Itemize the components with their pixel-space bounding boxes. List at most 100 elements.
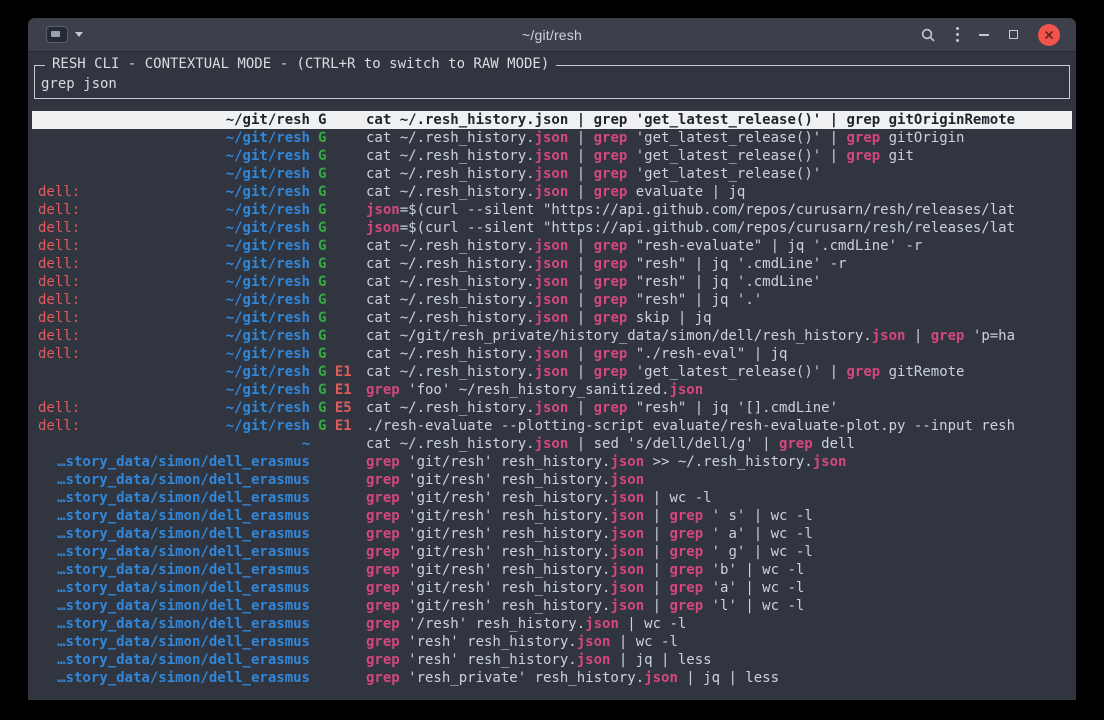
host-label: dell: (38, 273, 80, 291)
row-left: dell:~/git/resh (32, 237, 310, 255)
history-row[interactable]: …story_data/simon/dell_erasmusgrep 'resh… (32, 669, 1072, 687)
history-row[interactable]: ~/git/reshG E1grep 'foo' ~/resh_history_… (32, 381, 1072, 399)
flags: G (318, 129, 360, 147)
history-row[interactable]: dell:~/git/reshGcat ~/.resh_history.json… (32, 255, 1072, 273)
history-row[interactable]: …story_data/simon/dell_erasmusgrep 'git/… (32, 561, 1072, 579)
row-left: ~ (32, 435, 310, 453)
menu-button[interactable] (956, 27, 959, 42)
command-text: cat ~/.resh_history.json | grep 'get_lat… (366, 165, 1072, 183)
cmd-text: cat ~/.resh_history. (366, 184, 535, 200)
match-text: json (366, 220, 400, 236)
close-button[interactable] (1038, 24, 1060, 46)
flag-ok: G (318, 274, 326, 290)
cmd-text: 'resh_private' resh_history. (400, 670, 644, 686)
match-text: json (813, 454, 847, 470)
match-text: json (610, 454, 644, 470)
kebab-menu-icon (956, 27, 959, 42)
history-row[interactable]: …story_data/simon/dell_erasmusgrep 'git/… (32, 543, 1072, 561)
row-left: dell:~/git/resh (32, 291, 310, 309)
history-row[interactable]: …story_data/simon/dell_erasmusgrep 'git/… (32, 471, 1072, 489)
search-button[interactable] (920, 27, 936, 43)
host-label: dell: (38, 309, 80, 327)
cmd-text: | (644, 526, 669, 542)
history-row[interactable]: …story_data/simon/dell_erasmus grep 'resh… (32, 633, 1072, 651)
path-label: ~/git/resh (226, 327, 310, 345)
match-text: grep (594, 346, 628, 362)
history-row[interactable]: …story_data/simon/dell_erasmusgrep 'git/… (32, 579, 1072, 597)
history-row[interactable]: dell:~/git/reshGcat ~/.resh_history.json… (32, 237, 1072, 255)
cmd-text: 'get_latest_release()' | (627, 130, 846, 146)
history-row[interactable]: dell:~/git/reshGcat ~/.resh_history.json… (32, 183, 1072, 201)
history-row[interactable]: ~/git/reshGcat ~/.resh_history.json | gr… (32, 165, 1072, 183)
history-row[interactable]: …story_data/simon/dell_erasmus grep 'resh… (32, 651, 1072, 669)
flag-ok: G (318, 292, 326, 308)
cmd-text: 'a' | wc -l (703, 580, 804, 596)
match-text: grep (669, 562, 703, 578)
row-left: ~/git/resh (32, 147, 310, 165)
match-text: json (535, 148, 569, 164)
history-row[interactable]: dell:~/git/reshG E1./resh-evaluate --plo… (32, 417, 1072, 435)
cmd-text: cat ~/.resh_history. (366, 112, 535, 128)
path-label: ~ (302, 435, 310, 453)
flags: G (318, 237, 360, 255)
path-label: ~/git/resh (226, 291, 310, 309)
flags: G (318, 309, 360, 327)
match-text: grep (594, 400, 628, 416)
command-text: grep 'git/resh' resh_history.json | grep… (366, 597, 1072, 615)
history-row[interactable]: ~cat ~/.resh_history.json | sed 's/dell/… (32, 435, 1072, 453)
match-text: json (366, 202, 400, 218)
cmd-text: evaluate | jq (627, 184, 745, 200)
command-text: grep 'git/resh' resh_history.json | grep… (366, 579, 1072, 597)
search-input[interactable]: grep json (41, 76, 1061, 92)
row-left: …story_data/simon/dell_erasmus (32, 633, 310, 651)
history-row[interactable]: …story_data/simon/dell_erasmusgrep 'git/… (32, 453, 1072, 471)
history-row[interactable]: dell:~/git/reshGcat ~/git/resh_private/h… (32, 327, 1072, 345)
restore-button[interactable] (1009, 30, 1018, 39)
cmd-text: | wc -l (619, 616, 686, 632)
cmd-text: 'git/resh' resh_history. (400, 526, 611, 542)
history-row[interactable]: ~/git/reshGcat ~/.resh_history.json | gr… (32, 147, 1072, 165)
history-row[interactable]: dell:~/git/reshGcat ~/.resh_history.json… (32, 291, 1072, 309)
minimize-button[interactable] (979, 34, 989, 36)
match-text: json (610, 472, 644, 488)
path-label: ~/git/resh (226, 237, 310, 255)
history-row[interactable]: dell:~/git/reshG E5cat ~/.resh_history.j… (32, 399, 1072, 417)
flags: G (318, 147, 360, 165)
path-label: …story_data/simon/dell_erasmus (57, 651, 310, 669)
cmd-text: cat ~/.resh_history. (366, 292, 535, 308)
history-row[interactable]: …story_data/simon/dell_erasmusgrep 'git/… (32, 525, 1072, 543)
cmd-text: cat ~/.resh_history. (366, 238, 535, 254)
history-row[interactable]: ~/git/reshGcat ~/.resh_history.json | gr… (32, 111, 1072, 129)
history-row[interactable]: dell:~/git/reshGcat ~/.resh_history.json… (32, 309, 1072, 327)
match-text: json (535, 112, 569, 128)
flag-ok: G (318, 256, 326, 272)
match-text: json (535, 256, 569, 272)
history-row[interactable]: dell:~/git/reshGcat ~/.resh_history.json… (32, 273, 1072, 291)
match-text: json (610, 562, 644, 578)
flag-ok: G (318, 130, 326, 146)
history-row[interactable]: dell:~/git/reshGjson=$(curl --silent "ht… (32, 201, 1072, 219)
history-row[interactable]: …story_data/simon/dell_erasmusgrep 'git/… (32, 597, 1072, 615)
history-row[interactable]: …story_data/simon/dell_erasmusgrep 'git/… (32, 507, 1072, 525)
history-row[interactable]: ~/git/reshG E1cat ~/.resh_history.json |… (32, 363, 1072, 381)
flag-error: E1 (326, 364, 351, 380)
match-text: grep (846, 364, 880, 380)
history-row[interactable]: dell:~/git/reshGcat ~/.resh_history.json… (32, 345, 1072, 363)
flags: G (318, 291, 360, 309)
history-row[interactable]: …story_data/simon/dell_erasmusgrep 'git/… (32, 489, 1072, 507)
match-text: grep (779, 436, 813, 452)
path-label: …story_data/simon/dell_erasmus (57, 543, 310, 561)
app-menu-button[interactable] (44, 24, 85, 45)
history-row[interactable]: …story_data/simon/dell_erasmusgrep '/res… (32, 615, 1072, 633)
path-label: …story_data/simon/dell_erasmus (57, 507, 310, 525)
match-text: grep (594, 166, 628, 182)
cmd-text: 'get_latest_release()' (627, 166, 821, 182)
history-row[interactable]: dell:~/git/reshGjson=$(curl --silent "ht… (32, 219, 1072, 237)
path-label: ~/git/resh (226, 309, 310, 327)
command-text: grep 'resh' resh_history.json | jq | les… (366, 651, 1072, 669)
command-text: grep 'resh' resh_history.json | wc -l (366, 633, 1072, 651)
cmd-text: git (880, 148, 914, 164)
match-text: json (535, 130, 569, 146)
cmd-text: 'git/resh' resh_history. (400, 598, 611, 614)
history-row[interactable]: ~/git/reshGcat ~/.resh_history.json | gr… (32, 129, 1072, 147)
